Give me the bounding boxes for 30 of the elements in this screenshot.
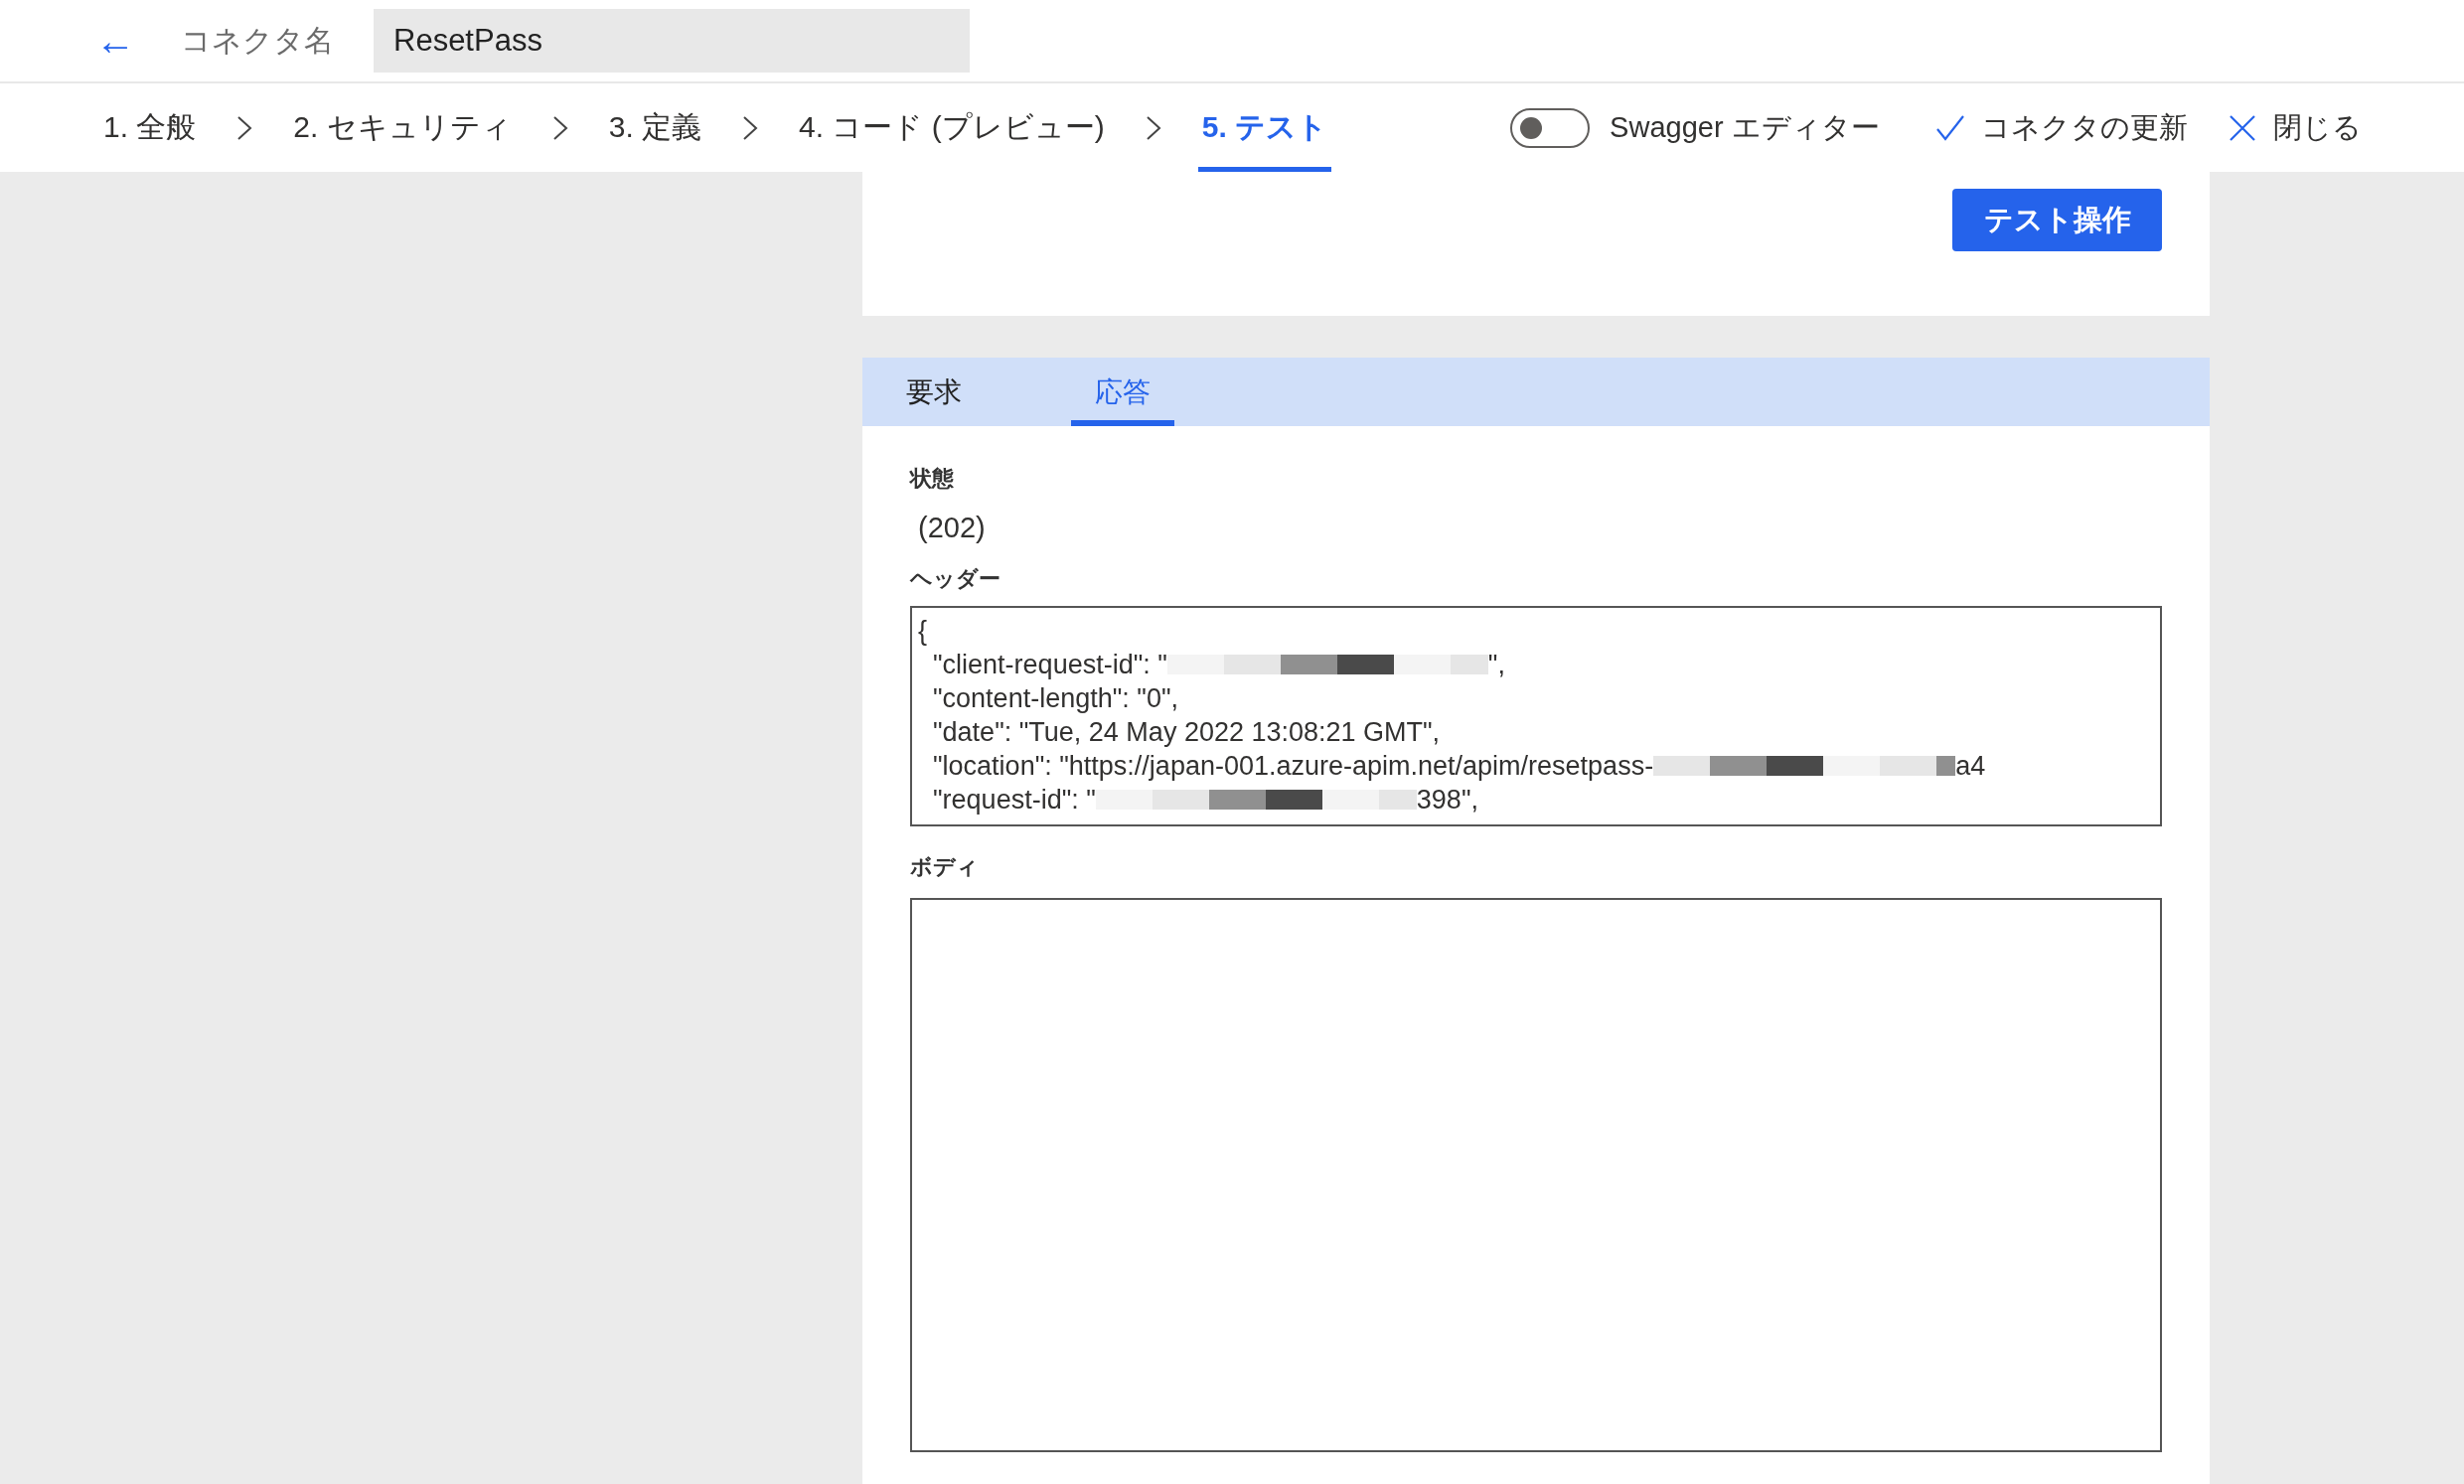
status-value: (202) xyxy=(918,512,987,544)
step-tab[interactable]: 4. コード (プレビュー) xyxy=(795,83,1109,172)
step-tab[interactable]: 2. セキュリティ xyxy=(289,83,516,172)
back-button[interactable]: ← xyxy=(95,21,135,61)
step-tab[interactable]: 1. 全般 xyxy=(99,83,201,172)
code-text: ", xyxy=(1487,649,1505,681)
toggle-switch[interactable] xyxy=(1510,107,1591,148)
code-text: { xyxy=(918,615,928,648)
toolbar-button[interactable]: 閉じる xyxy=(2227,107,2362,148)
step-tab[interactable]: 3. 定義 xyxy=(604,83,706,172)
close-icon xyxy=(2227,112,2257,143)
body-label: ボディ xyxy=(910,853,980,881)
response-tab[interactable]: 要求 xyxy=(886,358,982,426)
chevron-icon xyxy=(741,114,760,141)
code-text: a4 xyxy=(1955,750,1986,783)
code-text: "request-id": " xyxy=(932,784,1096,816)
status-label: 状態 xyxy=(910,465,955,493)
connector-name-field[interactable]: ResetPass xyxy=(374,9,970,73)
toolbar-button[interactable]: コネクタの更新 xyxy=(1934,107,2188,148)
field-label: コネクタ名 xyxy=(181,22,334,59)
headers-label: ヘッダー xyxy=(910,565,1001,593)
code-text: "date": "Tue, 24 May 2022 13:08:21 GMT", xyxy=(932,716,1441,749)
test-button[interactable]: テスト操作 xyxy=(1952,189,2162,251)
code-text: "location": "https://japan-001.azure-apim.net/apim/resetpass- xyxy=(932,750,1654,783)
chevron-icon xyxy=(235,114,254,141)
code-text: "client-request-id": " xyxy=(932,649,1167,681)
headers-box[interactable]: { "client-request-id": " ", "content-length": "0", "date": "Tue, 24 May 2022 13:08:21 GMT", "location": "https://japan-001.azure-apim.net/apim/resetpass- a4 "request-id": " 398", xyxy=(910,606,2162,826)
toggle-label: Swagger エディター xyxy=(1610,109,1880,145)
code-text: "content-length": "0", xyxy=(932,682,1178,715)
code-text: 398", xyxy=(1416,784,1478,816)
